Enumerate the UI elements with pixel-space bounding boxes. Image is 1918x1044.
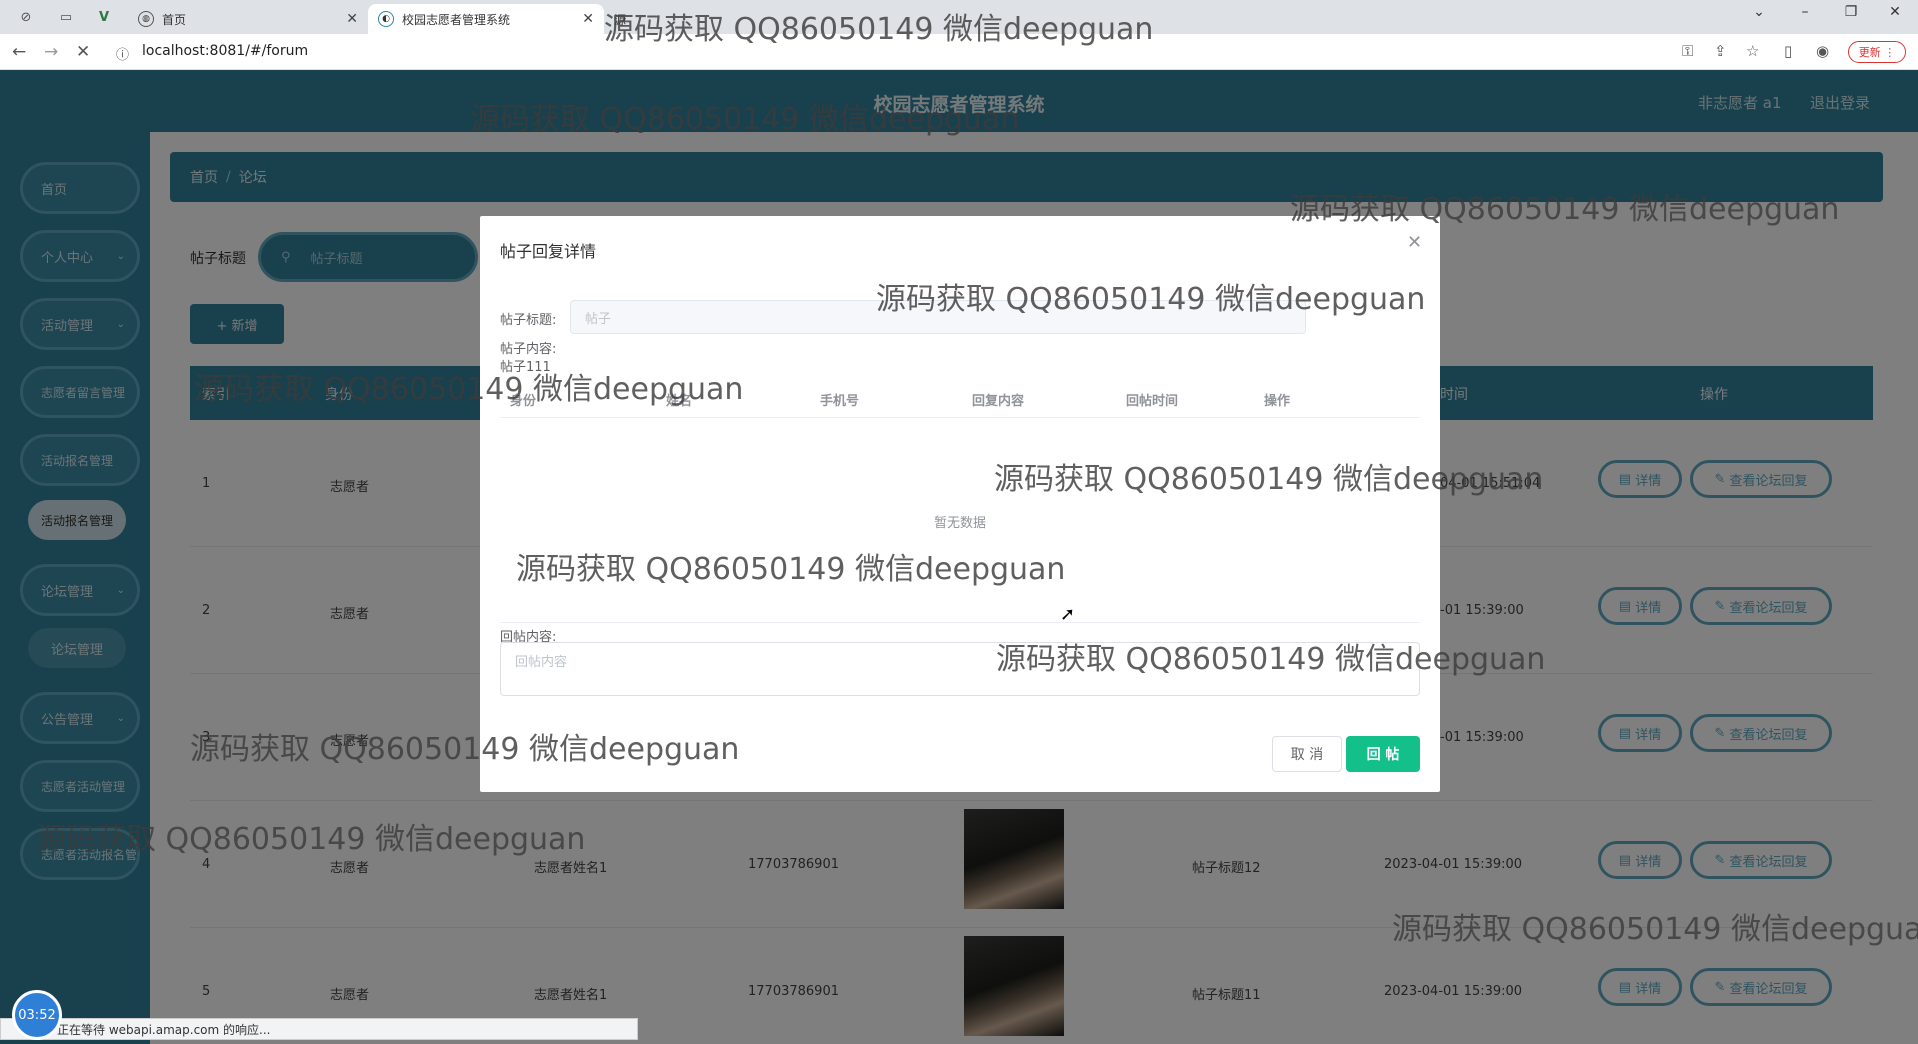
forward-icon[interactable]: → [44, 42, 58, 62]
back-icon[interactable]: ← [12, 42, 26, 62]
close-load-icon[interactable]: ✕ [76, 42, 90, 62]
chevron-down-icon[interactable]: ⌄ [1744, 4, 1774, 20]
reply-content-textarea[interactable]: 回帖内容 [500, 642, 1420, 696]
url-field[interactable]: localhost:8081/#/forum [142, 43, 308, 59]
close-window-icon[interactable]: ✕ [1880, 4, 1910, 20]
dialog-title: 帖子回复详情 [500, 242, 597, 261]
profile-icon[interactable]: ◉ [1816, 42, 1829, 60]
browser-tab[interactable]: 源 [604, 4, 644, 34]
post-title-field: 帖子 [570, 300, 1306, 334]
minimize-icon[interactable]: – [1790, 4, 1820, 20]
globe-icon: ◍ [138, 11, 154, 27]
pinned-tab-icon[interactable]: ⊘ [14, 6, 38, 28]
browser-tabbar: ⊘ ▭ V ◍ 首页 ✕ ◐ 校园志愿者管理系统 ✕ 源 ⌄ – ❐ ✕ [0, 0, 1918, 34]
clock-badge: 03:52 [12, 990, 62, 1040]
mouse-cursor-icon: ➚ [1060, 604, 1076, 625]
post-content-label: 帖子内容: [500, 342, 557, 357]
status-bar: 正在等待 webapi.amap.com 的响应... [0, 1018, 638, 1040]
divider [500, 622, 1420, 623]
share-icon[interactable]: ⇪ [1714, 42, 1727, 60]
submit-reply-button[interactable]: 回 帖 [1346, 736, 1420, 772]
reply-detail-dialog: 帖子回复详情 ✕ 帖子标题: 帖子 帖子内容: 帖子111 身份 姓名 手机号 … [480, 216, 1440, 792]
restore-icon[interactable]: ❐ [1836, 4, 1866, 20]
key-icon[interactable]: ⚿ [1682, 42, 1693, 60]
address-bar: ← → ✕ ⓘ localhost:8081/#/forum ⚿ ⇪ ☆ ▯ ◉… [0, 34, 1918, 70]
app-favicon-icon: ◐ [378, 11, 394, 27]
cancel-button[interactable]: 取 消 [1272, 736, 1342, 772]
browser-tab-active[interactable]: ◐ 校园志愿者管理系统 ✕ [368, 4, 604, 34]
reply-table-header: 身份 姓名 手机号 回复内容 回帖时间 操作 [500, 376, 1420, 418]
star-icon[interactable]: ☆ [1746, 42, 1759, 60]
close-tab-icon[interactable]: ✕ [346, 11, 358, 27]
info-icon[interactable]: ⓘ [116, 44, 129, 63]
pinned-tab-blank-icon[interactable]: ▭ [54, 6, 78, 28]
close-tab-icon[interactable]: ✕ [582, 11, 594, 27]
update-button[interactable]: 更新 ⋮ [1848, 41, 1906, 63]
pinned-tab-vue-icon[interactable]: V [92, 6, 116, 28]
close-icon[interactable]: ✕ [1407, 232, 1422, 253]
empty-text: 暂无数据 [933, 516, 986, 531]
browser-tab[interactable]: ◍ 首页 ✕ [128, 4, 368, 34]
sidepanel-icon[interactable]: ▯ [1784, 42, 1792, 60]
post-content-value: 帖子111 [500, 360, 551, 375]
post-title-label: 帖子标题: [500, 313, 557, 328]
